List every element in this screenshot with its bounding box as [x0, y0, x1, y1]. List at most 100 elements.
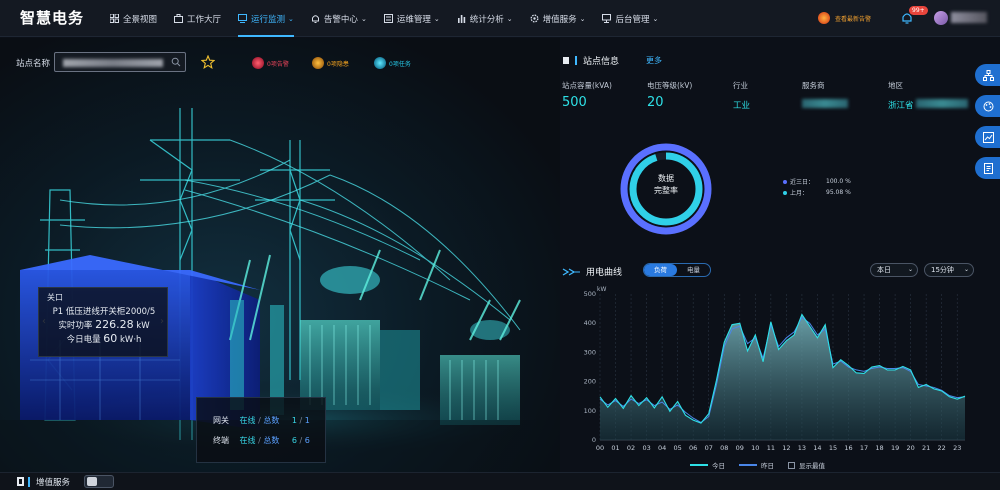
- nav-label: 后台管理: [615, 14, 650, 25]
- total-count: 6: [304, 436, 310, 445]
- x-tick-label: 15: [829, 444, 837, 452]
- bar-chart-icon: [457, 14, 466, 23]
- today-energy-unit: kW·h: [120, 335, 142, 345]
- today-energy-row: 今日电量 60 kW·h: [39, 332, 169, 345]
- nav-label: 运维管理: [396, 14, 431, 25]
- nav-item-alarm-center[interactable]: 告警中心 ⌄: [311, 0, 367, 37]
- interval-select-value: 15分钟: [931, 266, 954, 274]
- online-label: 在线: [239, 436, 256, 445]
- x-tick-label: 14: [813, 444, 821, 452]
- y-axis-unit-label: kW: [597, 286, 606, 293]
- online-count: 6: [291, 436, 297, 445]
- period-select[interactable]: 本日 ⌄: [870, 263, 918, 277]
- load-curve-chart: kW 0 100 200 300 400 500 00 01 02 03 04 05 06 07 08 09 10…: [584, 286, 966, 452]
- nav-label: 告警中心: [323, 14, 358, 25]
- switch-name: P1 低压进线开关柜2000/5: [52, 307, 156, 317]
- x-tick-label: 16: [844, 444, 852, 452]
- nav-item-monitoring[interactable]: 运行监测 ⌄: [238, 0, 294, 37]
- ring-label-line1: 数据: [658, 174, 674, 183]
- x-tick-label: 17: [860, 444, 868, 452]
- gateway-label: 关口: [47, 293, 63, 302]
- today-energy-value: 60: [103, 332, 118, 345]
- section-accent-bar: [28, 477, 30, 487]
- notification-badge: 99+: [909, 6, 928, 15]
- section-marker-icon: [563, 57, 569, 64]
- y-tick-label: 0: [592, 436, 596, 444]
- legend-item-today[interactable]: 今日: [690, 460, 725, 470]
- nav-item-value-added[interactable]: 增值服务 ⌄: [530, 0, 586, 37]
- realtime-power-unit: kW: [136, 321, 150, 331]
- legend-item-yesterday[interactable]: 昨日: [739, 460, 774, 470]
- nav-item-stats[interactable]: 统计分析 ⌄: [457, 0, 513, 37]
- hazard-count-pill[interactable]: 0项隐患: [312, 57, 349, 69]
- toggle-knob: [87, 477, 97, 486]
- alarm-count-label: 0项告警: [267, 60, 289, 68]
- device-name: 网关: [213, 416, 229, 425]
- side-btn-org[interactable]: [975, 64, 1000, 86]
- x-tick-label: 20: [906, 444, 914, 452]
- main-nav: 全景视图 工作大厅 运行监测 ⌄ 告警中心 ⌄ 运维管理 ⌄ 统计分析 ⌄ 增值…: [110, 0, 675, 37]
- nav-label: 统计分析: [469, 14, 504, 25]
- tab-load[interactable]: 负荷: [644, 264, 677, 276]
- checkbox-label: 显示最值: [799, 462, 825, 470]
- document-icon: [983, 162, 993, 174]
- org-chart-icon: [982, 69, 994, 81]
- value-added-toggle[interactable]: [84, 475, 114, 488]
- side-btn-palette[interactable]: [975, 95, 1000, 117]
- completeness-item-label: 上月：: [790, 190, 809, 197]
- switch-info-panel: 关口 P1 低压进线开关柜2000/5 实时功率 226.28 kW 今日电量 …: [38, 287, 168, 357]
- alarm-icon: [818, 12, 830, 24]
- region-value: 浙江省: [888, 101, 914, 111]
- favorite-star-icon[interactable]: [201, 55, 215, 69]
- side-btn-chart[interactable]: [975, 126, 1000, 148]
- completeness-item-value: 100.0 %: [826, 178, 851, 185]
- task-count-label: 0项任务: [389, 60, 411, 68]
- value-added-title: 增值服务: [36, 478, 71, 488]
- nav-item-ops[interactable]: 运维管理 ⌄: [383, 0, 440, 37]
- avatar[interactable]: [934, 11, 948, 25]
- top-bar: 智慧电务 全景视图 工作大厅 运行监测 ⌄ 告警中心 ⌄ 运维管理 ⌄ 统计分析: [0, 0, 1000, 37]
- industry-value: 工业: [733, 101, 751, 111]
- grid-icon: [110, 14, 119, 23]
- chevron-down-icon: ⌄: [907, 266, 913, 273]
- total-label: 总数: [263, 436, 280, 445]
- nav-item-admin[interactable]: 后台管理 ⌄: [602, 0, 658, 37]
- station-name-input[interactable]: [54, 52, 186, 72]
- interval-select[interactable]: 15分钟 ⌄: [924, 263, 974, 277]
- more-link[interactable]: 更多: [646, 55, 662, 66]
- x-tick-label: 18: [875, 444, 883, 452]
- double-chevron-icon: [562, 267, 580, 276]
- x-tick-label: 04: [658, 444, 666, 452]
- x-tick-label: 03: [642, 444, 650, 452]
- show-extremes-checkbox[interactable]: 显示最值: [788, 460, 825, 470]
- palette-icon: [983, 101, 993, 111]
- hazard-count-label: 0项隐患: [327, 60, 349, 68]
- nav-item-overview[interactable]: 全景视图: [110, 0, 157, 37]
- nav-label: 工作大厅: [187, 14, 222, 25]
- chart-legend: 今日 昨日 显示最值: [690, 460, 839, 470]
- x-tick-label: 01: [611, 444, 619, 452]
- task-count-pill[interactable]: 0项任务: [374, 57, 411, 69]
- curve-header: 用电曲线: [562, 265, 622, 278]
- side-btn-document[interactable]: [975, 157, 1000, 179]
- series-area-today: [600, 314, 965, 440]
- legend-label: 昨日: [761, 462, 774, 470]
- chevron-down-icon: ⌄: [579, 14, 586, 23]
- capacity-value: 500: [562, 95, 587, 110]
- search-icon[interactable]: [171, 57, 181, 67]
- nav-item-workhall[interactable]: 工作大厅: [174, 0, 221, 37]
- realtime-power-value: 226.28: [95, 318, 134, 331]
- tab-energy[interactable]: 电量: [677, 264, 710, 276]
- device-name: 终端: [213, 436, 229, 445]
- y-tick-label: 300: [584, 348, 596, 356]
- completeness-item: 近三日： 100.0 %: [783, 177, 851, 186]
- chevron-down-icon: ⌄: [506, 14, 513, 23]
- completeness-item-value: 95.08 %: [826, 189, 851, 196]
- gateway-status-row: 网关 在线 / 总数 1 / 1: [213, 415, 310, 426]
- latest-alarm-link[interactable]: 查看最新告警: [818, 12, 871, 24]
- x-tick-label: 09: [736, 444, 744, 452]
- app-logo[interactable]: 智慧电务: [20, 7, 84, 28]
- username-blurred[interactable]: [951, 12, 987, 23]
- y-tick-label: 100: [584, 407, 596, 415]
- alarm-count-pill[interactable]: 0项告警: [252, 57, 289, 69]
